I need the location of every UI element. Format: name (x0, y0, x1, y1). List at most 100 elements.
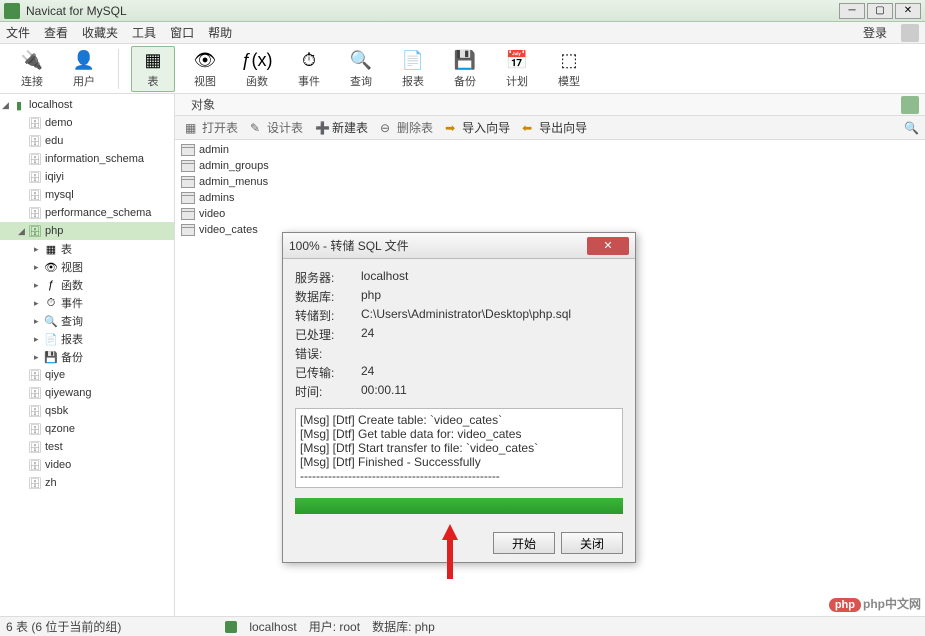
minimize-button[interactable]: ─ (839, 3, 865, 19)
import-button[interactable]: ➡导入向导 (441, 117, 514, 138)
login-link[interactable]: 登录 (863, 24, 887, 41)
tool-event[interactable]: ⏱事件 (287, 46, 331, 92)
tree-db-selected[interactable]: ◢🗄php (0, 222, 174, 240)
database-icon: 🗄 (28, 422, 42, 436)
tool-table[interactable]: ▦表 (131, 46, 175, 92)
server-value: localhost (361, 269, 408, 286)
toolbar-separator (118, 49, 119, 89)
close-button[interactable]: ✕ (895, 3, 921, 19)
tree-events[interactable]: ▸⏱事件 (0, 294, 174, 312)
app-title: Navicat for MySQL (26, 4, 839, 18)
database-label: 数据库: (295, 288, 361, 305)
eye-icon: 👁 (44, 260, 58, 274)
menu-favorites[interactable]: 收藏夹 (82, 24, 118, 41)
tool-connection[interactable]: 🔌连接 (10, 46, 54, 92)
table-row[interactable]: admin_menus (177, 174, 923, 190)
dialog-log[interactable]: [Msg] [Dtf] Create table: `video_cates` … (295, 408, 623, 488)
tree-db[interactable]: 🗄edu (0, 132, 174, 150)
export-icon: ⬅ (522, 121, 536, 135)
new-table-button[interactable]: ➕新建表 (311, 117, 372, 138)
maximize-button[interactable]: ▢ (867, 3, 893, 19)
design-table-button[interactable]: ✎设计表 (246, 117, 307, 138)
menu-window[interactable]: 窗口 (170, 24, 194, 41)
dialog-titlebar[interactable]: 100% - 转储 SQL 文件 ✕ (283, 233, 635, 259)
connection-tree[interactable]: ◢▮localhost 🗄demo 🗄edu 🗄information_sche… (0, 94, 175, 616)
menu-view[interactable]: 查看 (44, 24, 68, 41)
menu-tools[interactable]: 工具 (132, 24, 156, 41)
dialog-close-button[interactable]: ✕ (587, 237, 629, 255)
table-row[interactable]: admins (177, 190, 923, 206)
table-icon (181, 160, 195, 172)
dump-sql-dialog: 100% - 转储 SQL 文件 ✕ 服务器:localhost 数据库:php… (282, 232, 636, 563)
user-avatar-icon[interactable] (901, 24, 919, 42)
tool-view[interactable]: 👁视图 (183, 46, 227, 92)
database-icon: 🗄 (28, 134, 42, 148)
close-dialog-button[interactable]: 关闭 (561, 532, 623, 554)
tab-objects[interactable]: 对象 (181, 94, 225, 115)
tree-db[interactable]: 🗄qiyewang (0, 384, 174, 402)
menu-file[interactable]: 文件 (6, 24, 30, 41)
open-icon: ▦ (185, 121, 199, 135)
panel-toggle-icon[interactable] (901, 96, 919, 114)
table-row[interactable]: video (177, 206, 923, 222)
menu-help[interactable]: 帮助 (208, 24, 232, 41)
tool-report[interactable]: 📄报表 (391, 46, 435, 92)
database-icon: 🗄 (28, 152, 42, 166)
tree-db[interactable]: 🗄video (0, 456, 174, 474)
tree-db[interactable]: 🗄information_schema (0, 150, 174, 168)
search-icon: 🔍 (349, 48, 373, 72)
tree-db[interactable]: 🗄performance_schema (0, 204, 174, 222)
app-icon (4, 3, 20, 19)
table-icon: ▦ (141, 48, 165, 72)
tree-db[interactable]: 🗄qiye (0, 366, 174, 384)
database-value: php (361, 288, 381, 305)
log-line: ----------------------------------------… (300, 469, 618, 483)
tree-db[interactable]: 🗄test (0, 438, 174, 456)
search-icon[interactable]: 🔍 (904, 121, 919, 135)
tree-db[interactable]: 🗄zh (0, 474, 174, 492)
search-icon: 🔍 (44, 314, 58, 328)
transferred-label: 已传输: (295, 364, 361, 381)
tool-query[interactable]: 🔍查询 (339, 46, 383, 92)
table-row[interactable]: admin (177, 142, 923, 158)
tool-user[interactable]: 👤用户 (62, 46, 106, 92)
database-icon: 🗄 (28, 206, 42, 220)
tree-backups[interactable]: ▸💾备份 (0, 348, 174, 366)
connection-status-icon (225, 621, 237, 633)
server-icon: ▮ (12, 98, 26, 112)
database-icon: 🗄 (28, 386, 42, 400)
tree-tables[interactable]: ▸▦表 (0, 240, 174, 258)
function-icon: ƒ (44, 278, 58, 292)
tool-model[interactable]: ⬚模型 (547, 46, 591, 92)
tree-reports[interactable]: ▸📄报表 (0, 330, 174, 348)
main-toolbar: 🔌连接 👤用户 ▦表 👁视图 ƒ(x)函数 ⏱事件 🔍查询 📄报表 💾备份 📅计… (0, 44, 925, 94)
minus-icon: ⊖ (380, 121, 394, 135)
tree-db[interactable]: 🗄demo (0, 114, 174, 132)
tool-function[interactable]: ƒ(x)函数 (235, 46, 279, 92)
progress-bar (295, 498, 623, 514)
table-icon (181, 144, 195, 156)
tree-connection[interactable]: ◢▮localhost (0, 96, 174, 114)
table-icon: ▦ (44, 242, 58, 256)
tool-schedule[interactable]: 📅计划 (495, 46, 539, 92)
tree-functions[interactable]: ▸ƒ函数 (0, 276, 174, 294)
tool-backup[interactable]: 💾备份 (443, 46, 487, 92)
tree-db[interactable]: 🗄mysql (0, 186, 174, 204)
export-button[interactable]: ⬅导出向导 (518, 117, 591, 138)
delete-table-button[interactable]: ⊖删除表 (376, 117, 437, 138)
function-icon: ƒ(x) (245, 48, 269, 72)
tree-db[interactable]: 🗄iqiyi (0, 168, 174, 186)
tree-db[interactable]: 🗄qsbk (0, 402, 174, 420)
table-icon (181, 176, 195, 188)
dialog-title: 100% - 转储 SQL 文件 (289, 237, 587, 254)
start-button[interactable]: 开始 (493, 532, 555, 554)
disk-icon: 💾 (453, 48, 477, 72)
window-titlebar: Navicat for MySQL ─ ▢ ✕ (0, 0, 925, 22)
tree-db[interactable]: 🗄qzone (0, 420, 174, 438)
database-icon: 🗄 (28, 368, 42, 382)
tree-queries[interactable]: ▸🔍查询 (0, 312, 174, 330)
open-table-button[interactable]: ▦打开表 (181, 117, 242, 138)
table-row[interactable]: admin_groups (177, 158, 923, 174)
tree-views[interactable]: ▸👁视图 (0, 258, 174, 276)
database-icon: 🗄 (28, 188, 42, 202)
